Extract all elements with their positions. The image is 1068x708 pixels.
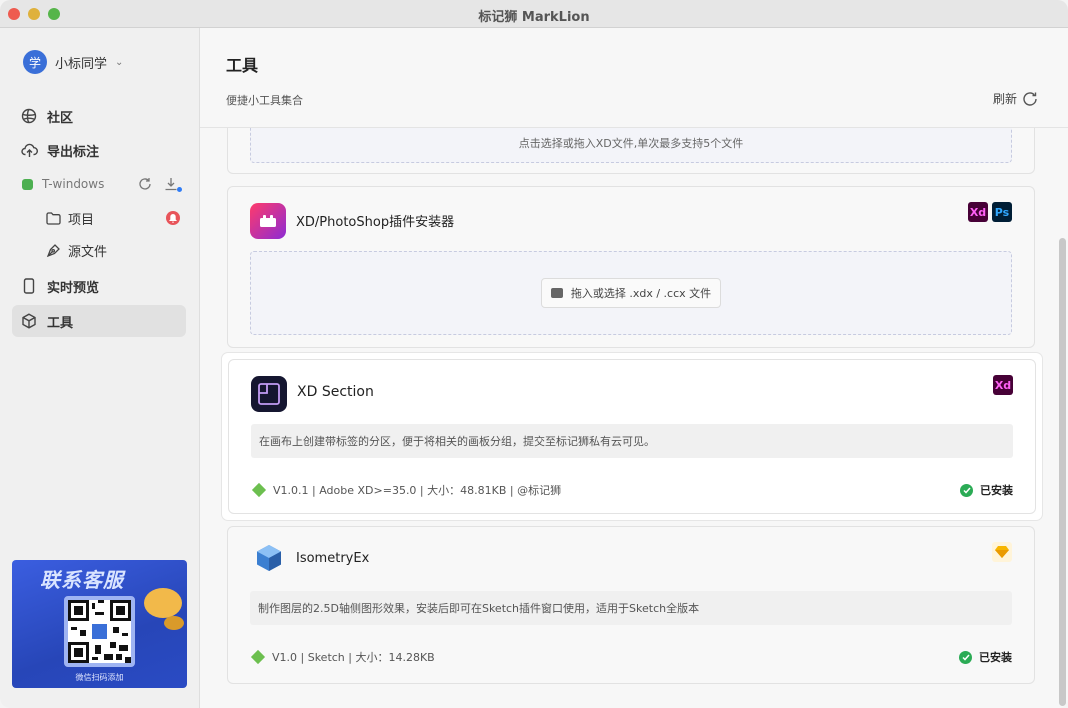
team-color-dot [22, 178, 33, 190]
sidebar-item-projects[interactable]: 项目 [40, 204, 186, 232]
customer-service-banner[interactable]: 联系客服 微信扫码添加 [12, 560, 187, 688]
sidebar-item-label: 导出标注 [47, 144, 100, 160]
chat-bubble-small-icon [164, 616, 184, 630]
highlighted-tool-card: XD Section Xd 在画布上创建带标签的分区，便于将相关的画板分组，提交… [222, 353, 1042, 520]
user-name: 小标同学 [55, 56, 108, 72]
installed-status: 已安装 [960, 482, 1013, 498]
qr-code [64, 596, 135, 667]
download-icon[interactable] [164, 176, 182, 192]
user-menu[interactable]: 学 小标同学 ⌄ [23, 50, 123, 74]
page-subtitle: 便捷小工具集合 [226, 94, 303, 107]
team-name: T-windows [42, 177, 105, 191]
tool-card-isometryex: IsometryEx 制作图层的2.5D轴侧图形效果，安装后即可在Sketch插… [227, 526, 1035, 684]
tool-description: 制作图层的2.5D轴侧图形效果，安装后即可在Sketch插件窗口使用，适用于Sk… [250, 591, 1012, 625]
sidebar-item-community[interactable]: 社区 [12, 100, 186, 132]
sidebar-item-label: 项目 [68, 212, 95, 228]
pen-tool-icon [44, 241, 62, 259]
xd-badge: Xd [993, 375, 1013, 395]
xd-file-dropzone[interactable]: 点击选择或拖入XD文件,单次最多支持5个文件 [250, 128, 1012, 163]
sidebar-item-label: 工具 [47, 315, 74, 331]
team-selector[interactable]: T-windows [12, 170, 186, 198]
app-window: 标记狮 MarkLion 学 小标同学 ⌄ 社区 导出标注 T-windows [0, 0, 1068, 708]
status-label: 已安装 [979, 651, 1012, 664]
tool-meta: V1.0.1 | Adobe XD>=35.0 | 大小：48.81KB | @… [251, 482, 561, 498]
plugin-dropzone[interactable]: 拖入或选择 .xdx / .ccx 文件 [250, 251, 1012, 335]
bell-icon[interactable] [166, 211, 180, 225]
refresh-button[interactable]: 刷新 [993, 90, 1038, 107]
chevron-down-icon: ⌄ [115, 56, 124, 68]
xd-badge: Xd [968, 202, 988, 222]
cube-icon [20, 312, 38, 330]
tool-card-xd-section[interactable]: XD Section Xd 在画布上创建带标签的分区，便于将相关的画板分组，提交… [228, 359, 1036, 514]
promo-title: 联系客服 [40, 568, 124, 592]
check-circle-icon [959, 650, 972, 664]
notification-dot [177, 187, 182, 192]
tool-card-xd-export: 点击选择或拖入XD文件,单次最多支持5个文件 [227, 128, 1035, 174]
avatar: 学 [23, 50, 47, 74]
scrollbar[interactable] [1059, 238, 1066, 706]
tool-name: IsometryEx [296, 551, 370, 566]
tool-description: 在画布上创建带标签的分区，便于将相关的画板分组，提交至标记狮私有云可见。 [251, 424, 1013, 458]
isometry-cube-icon [254, 543, 284, 573]
window-title: 标记狮 MarkLion [478, 10, 590, 25]
tool-meta: V1.0 | Sketch | 大小：14.28KB [250, 649, 435, 665]
version-diamond-icon [250, 649, 266, 665]
sidebar-item-live-preview[interactable]: 实时预览 [12, 270, 186, 302]
page-title: 工具 [226, 56, 259, 75]
sidebar-item-label: 实时预览 [47, 280, 100, 296]
refresh-label: 刷新 [992, 92, 1017, 106]
meta-text: V1.0 | Sketch | 大小：14.28KB [272, 651, 435, 664]
promo-subtitle: 微信扫码添加 [75, 673, 124, 682]
globe-icon [20, 107, 38, 125]
sidebar-item-label: 源文件 [68, 244, 108, 260]
meta-text: V1.0.1 | Adobe XD>=35.0 | 大小：48.81KB | @… [273, 484, 562, 497]
sync-icon[interactable] [138, 176, 154, 192]
plugin-installer-icon [250, 203, 286, 239]
folder-icon [44, 209, 62, 227]
select-file-label: 拖入或选择 .xdx / .ccx 文件 [570, 287, 712, 300]
check-circle-icon [960, 483, 973, 497]
tool-card-plugin-installer: XD/PhotoShop插件安装器 Xd Ps 拖入或选择 .xdx / .cc… [227, 186, 1035, 348]
installed-status: 已安装 [959, 649, 1012, 665]
tool-name: XD/PhotoShop插件安装器 [296, 215, 455, 230]
sidebar-item-label: 社区 [47, 110, 74, 126]
version-diamond-icon [251, 482, 267, 498]
sidebar-item-source-files[interactable]: 源文件 [40, 236, 186, 264]
sketch-icon [992, 542, 1012, 562]
cloud-upload-icon [20, 141, 38, 159]
sidebar: 学 小标同学 ⌄ 社区 导出标注 T-windows 项目 源文件 实时预览 工… [0, 28, 200, 708]
ps-badge: Ps [992, 202, 1012, 222]
plugin-icon [550, 288, 563, 298]
dropzone-text: 点击选择或拖入XD文件,单次最多支持5个文件 [518, 137, 744, 150]
sidebar-item-tools[interactable]: 工具 [12, 305, 186, 337]
select-plugin-file-button[interactable]: 拖入或选择 .xdx / .ccx 文件 [541, 278, 721, 308]
titlebar: 标记狮 MarkLion [0, 0, 1068, 28]
sidebar-item-export[interactable]: 导出标注 [12, 134, 186, 166]
refresh-icon [1022, 91, 1038, 107]
status-label: 已安装 [980, 484, 1013, 497]
phone-icon [20, 277, 38, 295]
tool-name: XD Section [297, 384, 374, 400]
xd-section-icon [251, 376, 287, 412]
